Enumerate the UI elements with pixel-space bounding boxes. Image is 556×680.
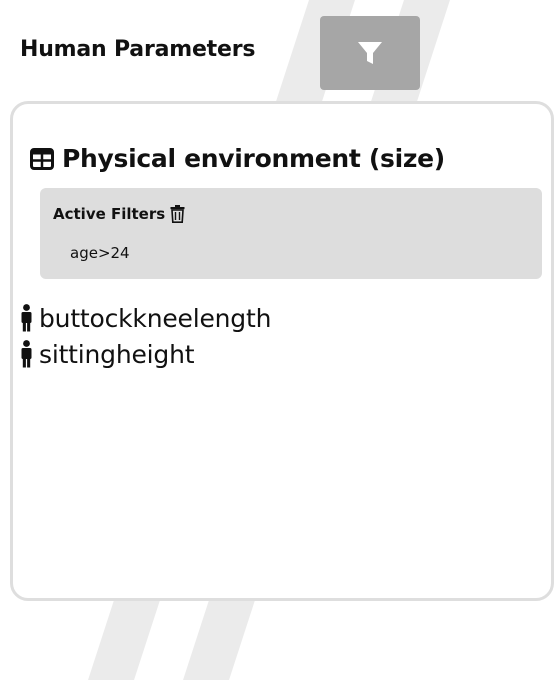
list-item[interactable]: buttockkneelength bbox=[21, 300, 271, 336]
parameter-panel: Physical environment (size) Active Filte… bbox=[10, 101, 554, 601]
person-icon bbox=[21, 304, 32, 332]
parameter-label: buttockkneelength bbox=[39, 303, 272, 333]
filter-icon bbox=[358, 42, 382, 64]
list-item[interactable]: sittingheight bbox=[21, 336, 271, 372]
filter-button[interactable] bbox=[320, 16, 420, 90]
active-filters-box: Active Filters age>24 bbox=[40, 188, 542, 279]
active-filters-label: Active Filters bbox=[53, 205, 166, 223]
page-title: Human Parameters bbox=[20, 36, 256, 62]
header: Human Parameters bbox=[20, 16, 255, 90]
active-filters-header: Active Filters bbox=[53, 205, 185, 223]
trash-icon[interactable] bbox=[170, 205, 185, 223]
panel-title-text: Physical environment (size) bbox=[62, 144, 445, 173]
active-filter-item: age>24 bbox=[70, 244, 130, 262]
person-icon bbox=[21, 340, 32, 368]
parameter-label: sittingheight bbox=[39, 339, 195, 369]
panel-title: Physical environment (size) bbox=[30, 144, 445, 173]
table-icon bbox=[30, 147, 54, 170]
parameter-list: buttockkneelength sittingheight bbox=[21, 300, 271, 372]
